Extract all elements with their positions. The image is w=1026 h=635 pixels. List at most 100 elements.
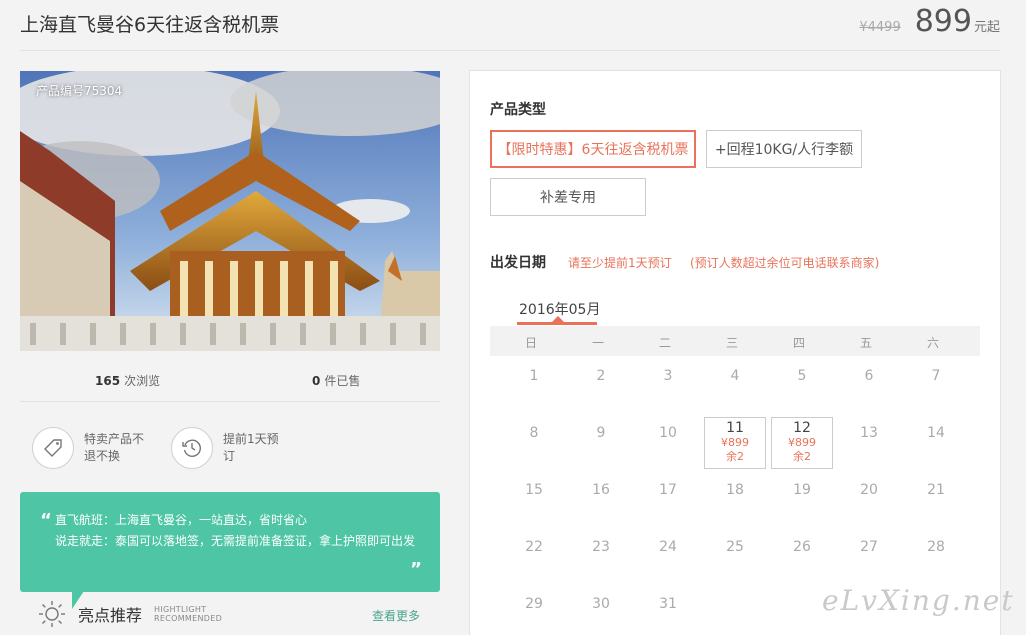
calendar-day: 10 <box>637 423 699 475</box>
product-type-label: 产品类型 <box>490 102 546 118</box>
current-price: 899 <box>914 4 972 39</box>
weekday: 六 <box>926 336 939 350</box>
calendar-day: 1 <box>503 366 565 418</box>
day-number: 22 <box>525 539 543 555</box>
day-number: 24 <box>659 539 677 555</box>
sold-label: 件已售 <box>324 374 361 388</box>
calendar-day: 2 <box>570 366 632 418</box>
advance-note: 请至少提前1天预订 <box>568 256 672 270</box>
highlight-en: HIGHTLIGHT RECOMMENDED <box>154 605 222 623</box>
day-number: 21 <box>927 482 945 498</box>
sold-stat: 0 件已售 <box>312 372 360 389</box>
calendar-day: 7 <box>905 366 967 418</box>
day-number: 11 <box>726 420 744 436</box>
day-number: 25 <box>726 539 744 555</box>
feature-text: 特卖产品不退不换 <box>84 432 145 463</box>
day-number: 7 <box>931 368 941 384</box>
day-price: ¥899 <box>721 436 749 449</box>
sold-count: 0 <box>312 374 321 388</box>
weekday: 二 <box>658 336 671 350</box>
clock-history-icon <box>171 427 213 469</box>
feature-no-refund: 特卖产品不退不换 <box>32 427 150 469</box>
calendar-day: 14 <box>905 423 967 475</box>
month-underline <box>517 322 597 325</box>
weekday: 三 <box>725 336 738 350</box>
day-number: 4 <box>730 368 740 384</box>
calendar-day: 20 <box>838 480 900 532</box>
sun-icon <box>39 601 65 627</box>
weekday-header: 日 一 二 三 四 五 六 <box>490 326 980 356</box>
page: 上海直飞曼谷6天往返含税机票 ¥4499 899 元起 产品编号75304 16… <box>0 0 1026 635</box>
quote-open-icon: “ <box>40 510 52 531</box>
day-number: 9 <box>596 425 606 441</box>
day-number: 12 <box>793 420 811 436</box>
day-number: 8 <box>529 425 539 441</box>
feature-advance-booking: 提前1天预订 <box>171 427 289 469</box>
day-number: 20 <box>860 482 878 498</box>
calendar-day: 22 <box>503 537 565 589</box>
day-number: 23 <box>592 539 610 555</box>
calendar-day: 30 <box>570 594 632 635</box>
day-number: 10 <box>659 425 677 441</box>
day-number: 2 <box>596 368 606 384</box>
view-more-link[interactable]: 查看更多 <box>372 607 420 624</box>
highlight-bubble: “ 直飞航班：上海直飞曼谷，一站直达，省时省心 说走就走：泰国可以落地签，无需提… <box>20 492 440 592</box>
views-stat: 165 次浏览 <box>95 372 160 389</box>
day-number: 3 <box>663 368 673 384</box>
calendar-day: 23 <box>570 537 632 589</box>
quote-close-icon: ” <box>410 559 422 580</box>
day-price: ¥899 <box>788 436 816 449</box>
views-count: 165 <box>95 374 121 388</box>
price-box: ¥4499 899 元起 <box>859 4 1000 39</box>
product-photo[interactable] <box>20 71 440 351</box>
day-remaining: 余2 <box>793 450 811 463</box>
calendar-day: 24 <box>637 537 699 589</box>
day-number: 17 <box>659 482 677 498</box>
watermark: eLvXing.net <box>822 584 1015 617</box>
calendar-day: 26 <box>771 537 833 589</box>
day-number: 28 <box>927 539 945 555</box>
highlight-line: 说走就走：泰国可以落地签，无需提前准备签证，拿上护照即可出发 <box>55 534 416 548</box>
option-limited-offer[interactable]: 【限时特惠】6天往返含税机票 <box>490 130 696 168</box>
calendar-day: 9 <box>570 423 632 475</box>
stats-bar: 165 次浏览 0 件已售 <box>20 362 440 402</box>
page-title: 上海直飞曼谷6天往返含税机票 <box>20 14 280 36</box>
day-number: 1 <box>529 368 539 384</box>
calendar-day: 27 <box>838 537 900 589</box>
option-extra-baggage[interactable]: +回程10KG/人行李额 <box>706 130 862 168</box>
calendar-day: 15 <box>503 480 565 532</box>
option-price-difference[interactable]: 补差专用 <box>490 178 646 216</box>
day-number: 30 <box>592 596 610 612</box>
price-unit: 元起 <box>973 20 1000 35</box>
calendar-day: 3 <box>637 366 699 418</box>
calendar-day-available[interactable]: 12 ¥899 余2 <box>771 417 833 469</box>
calendar-day-available[interactable]: 11 ¥899 余2 <box>704 417 766 469</box>
views-label: 次浏览 <box>124 374 161 388</box>
calendar-day: 16 <box>570 480 632 532</box>
highlight-line: 直飞航班：上海直飞曼谷，一站直达，省时省心 <box>55 513 308 527</box>
divider <box>20 50 1000 51</box>
highlight-en-line: HIGHTLIGHT <box>154 605 207 614</box>
month-indicator-icon <box>552 316 564 322</box>
calendar-day: 17 <box>637 480 699 532</box>
highlight-en-line: RECOMMENDED <box>154 614 223 623</box>
overbook-note: (预订人数超过余位可电话联系商家) <box>690 256 880 270</box>
calendar-day: 19 <box>771 480 833 532</box>
calendar-day: 8 <box>503 423 565 475</box>
day-number: 19 <box>793 482 811 498</box>
departure-date-label: 出发日期 <box>490 255 546 271</box>
weekday: 日 <box>524 336 537 350</box>
weekday: 一 <box>591 336 604 350</box>
calendar-day: 5 <box>771 366 833 418</box>
calendar-day: 28 <box>905 537 967 589</box>
day-number: 18 <box>726 482 744 498</box>
day-number: 27 <box>860 539 878 555</box>
tag-icon <box>32 427 74 469</box>
day-number: 13 <box>860 425 878 441</box>
day-number: 15 <box>525 482 543 498</box>
day-remaining: 余2 <box>726 450 744 463</box>
weekday: 五 <box>859 336 872 350</box>
highlight-title: 亮点推荐 <box>78 606 143 625</box>
day-number: 14 <box>927 425 945 441</box>
calendar-day: 29 <box>503 594 565 635</box>
